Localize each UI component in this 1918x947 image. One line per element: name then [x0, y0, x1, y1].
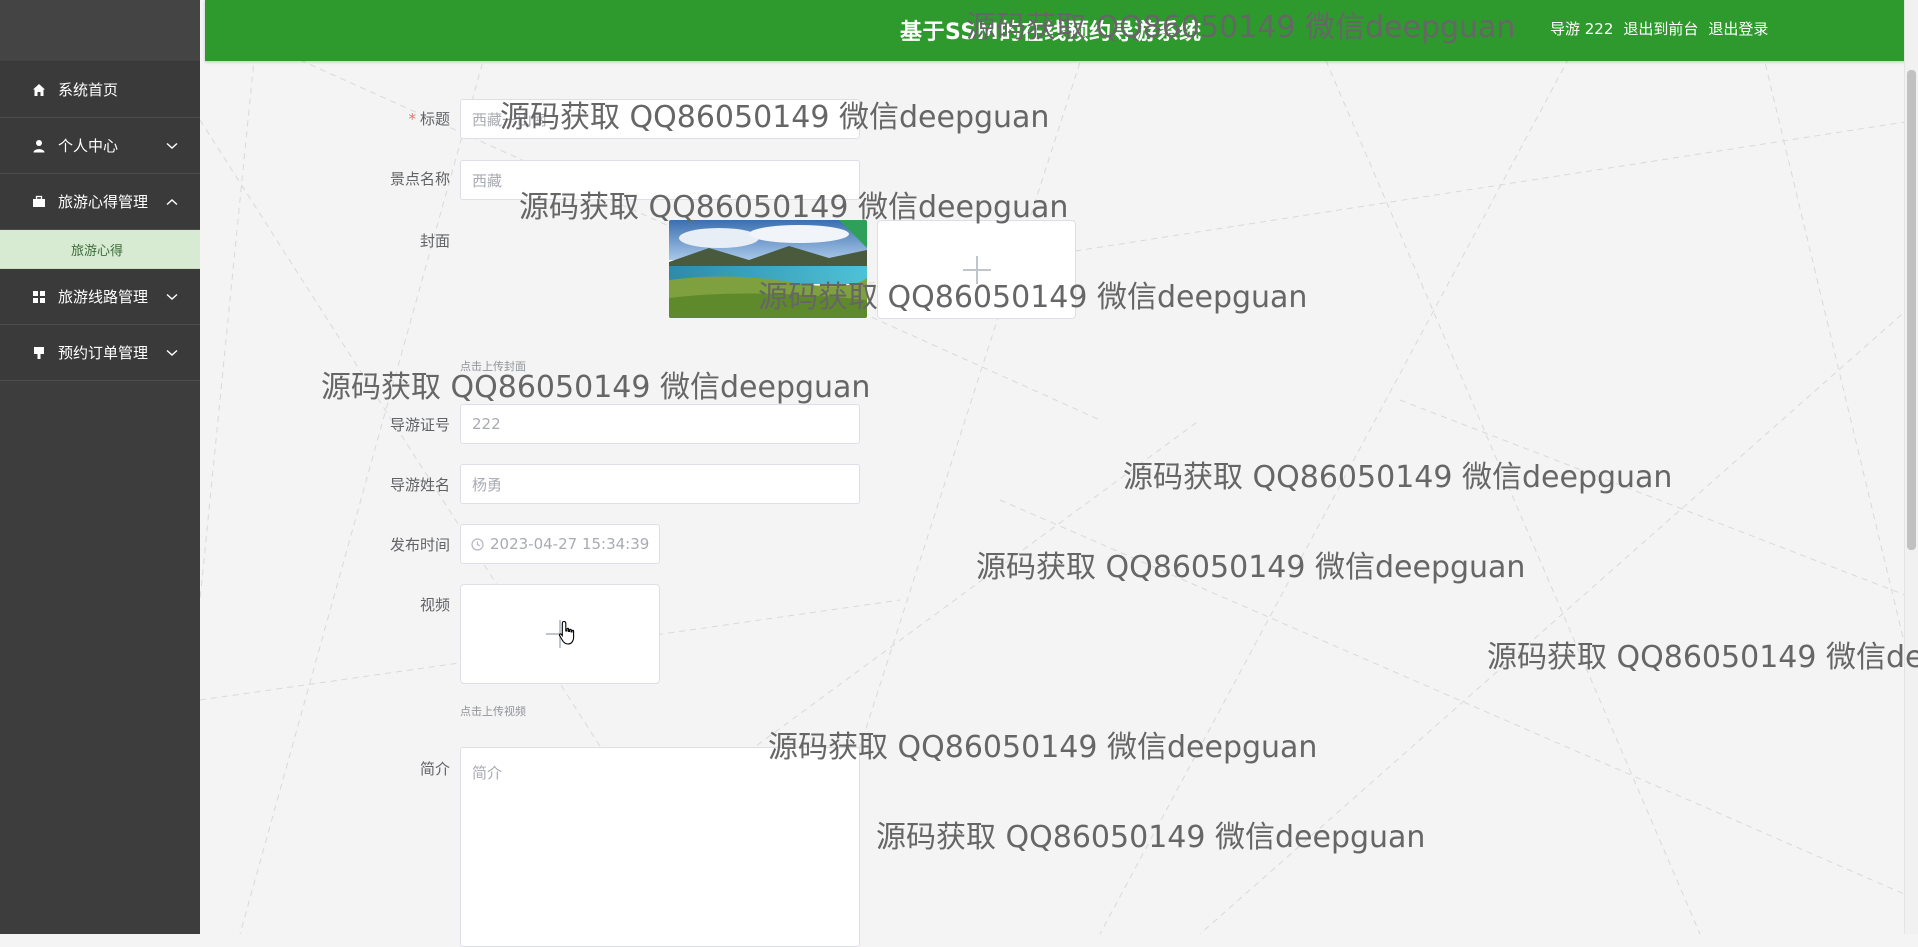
- current-user-label: 导游 222: [1550, 20, 1614, 38]
- cover-thumbnail[interactable]: [669, 220, 867, 318]
- user-icon: [32, 139, 46, 153]
- video-upload-hint: 点击上传视频: [460, 705, 526, 718]
- background-pattern: [200, 0, 1918, 934]
- required-asterisk: *: [408, 110, 416, 128]
- plus-icon: [962, 255, 991, 284]
- briefcase-icon: [32, 195, 46, 209]
- sidebar-subitem-travel-notes[interactable]: 旅游心得: [0, 230, 200, 269]
- title-label: * 标题: [408, 110, 450, 128]
- sidebar-logo-area: [0, 0, 200, 62]
- chevron-down-icon: [166, 349, 178, 356]
- sidebar-item-label: 旅游线路管理: [58, 288, 149, 306]
- page-title: 基于SSM的在线预约导游系统: [900, 20, 1202, 45]
- sidebar-item-order-management[interactable]: 预约订单管理: [0, 325, 200, 381]
- clock-icon: [471, 537, 484, 551]
- scenic-name-input[interactable]: 西藏: [460, 160, 860, 200]
- cover-upload-hint: 点击上传封面: [460, 360, 526, 373]
- grid-icon: [32, 290, 46, 304]
- sidebar-item-label: 个人中心: [58, 137, 119, 155]
- sidebar-item-route-management[interactable]: 旅游线路管理: [0, 269, 200, 325]
- sidebar-subitem-label: 旅游心得: [71, 243, 124, 259]
- sidebar-item-travel-notes-management[interactable]: 旅游心得管理: [0, 174, 200, 230]
- guide-id-input[interactable]: 222: [460, 404, 860, 444]
- sidebar-item-label: 旅游心得管理: [58, 193, 149, 211]
- guide-id-label: 导游证号: [389, 416, 450, 434]
- cover-label: 封面: [419, 232, 450, 250]
- guide-name-label: 导游姓名: [389, 476, 450, 494]
- chevron-down-icon: [166, 142, 178, 149]
- intro-textarea[interactable]: 简介: [460, 747, 860, 947]
- title-input[interactable]: 西藏一山南: [460, 99, 860, 139]
- guide-name-input[interactable]: 杨勇: [460, 464, 860, 504]
- sidebar-item-home[interactable]: 系统首页: [0, 62, 200, 118]
- publish-time-label: 发布时间: [389, 536, 450, 554]
- stamp-icon: [32, 346, 46, 360]
- intro-label: 简介: [419, 760, 450, 778]
- header-actions: 导游 222 退出到前台 退出登录: [1550, 18, 1768, 39]
- sidebar: 系统首页 个人中心 旅游心得管理 旅游心得 旅游线路管理 预约订单管理: [0, 0, 200, 934]
- top-header: 基于SSM的在线预约导游系统 导游 222 退出到前台 退出登录: [205, 0, 1905, 61]
- chevron-down-icon: [166, 293, 178, 300]
- sidebar-item-label: 预约订单管理: [58, 344, 149, 362]
- chevron-up-icon: [166, 198, 178, 205]
- publish-time-picker[interactable]: 2023-04-27 15:34:39: [460, 524, 660, 564]
- home-icon: [32, 83, 46, 97]
- vertical-scrollbar[interactable]: [1904, 0, 1918, 934]
- logout-link[interactable]: 退出登录: [1708, 18, 1768, 39]
- sidebar-menu: 系统首页 个人中心 旅游心得管理 旅游心得 旅游线路管理 预约订单管理: [0, 62, 200, 381]
- sidebar-item-personal-center[interactable]: 个人中心: [0, 118, 200, 174]
- cover-upload-button[interactable]: [877, 220, 1076, 319]
- scenic-name-label: 景点名称: [389, 170, 450, 188]
- video-label: 视频: [419, 596, 450, 614]
- sidebar-item-label: 系统首页: [58, 81, 119, 99]
- back-to-front-link[interactable]: 退出到前台: [1623, 18, 1698, 39]
- scrollbar-thumb[interactable]: [1907, 70, 1916, 550]
- hand-cursor-icon: [558, 620, 575, 645]
